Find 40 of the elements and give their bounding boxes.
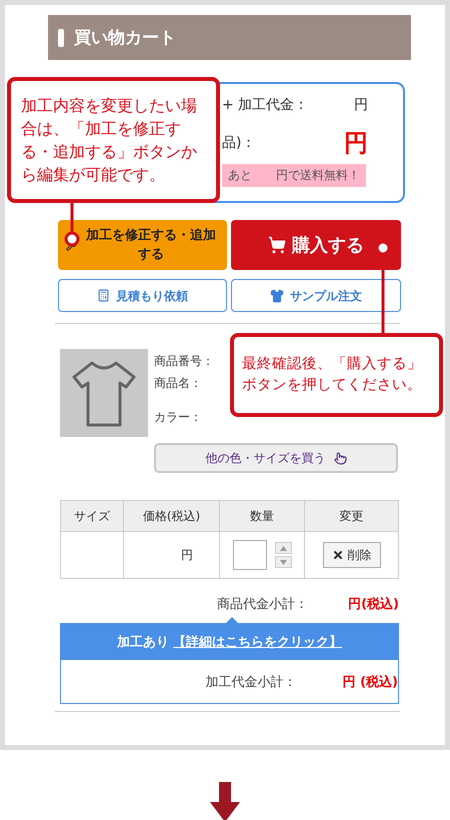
- cart-icon: [268, 236, 286, 254]
- delete-button[interactable]: 削除: [322, 542, 381, 568]
- column-header: 変更: [304, 500, 398, 532]
- product-subtotal-label: 商品代金小計：: [217, 596, 308, 613]
- decrement-button[interactable]: [274, 556, 292, 568]
- buy-button[interactable]: 購入する: [231, 220, 401, 270]
- sample-order-button[interactable]: サンプル注文: [231, 279, 401, 312]
- processing-title: 加工あり: [117, 634, 169, 651]
- column-header: 価格(税込): [124, 500, 220, 532]
- pointer-hand-icon: [334, 452, 346, 464]
- total-value: 円: [344, 128, 368, 159]
- edit-processing-button[interactable]: 加工を修正する・追加する: [58, 220, 227, 270]
- increment-button[interactable]: [274, 542, 292, 554]
- shirt-icon: [270, 288, 284, 302]
- calculator-icon: [97, 289, 110, 302]
- product-subtotal-value: 円(税込): [348, 596, 399, 613]
- product-field-label: 商品番号：: [154, 353, 214, 370]
- page-title: 買い物カート: [74, 27, 176, 49]
- callout-text: 最終確認後、「購入する」ボタンを押してください。: [230, 333, 443, 417]
- processing-fee-value: 円: [354, 96, 368, 114]
- close-icon: [332, 549, 344, 561]
- column-header: 数量: [220, 500, 305, 532]
- column-header: サイズ: [60, 500, 124, 532]
- header-bar-icon: [58, 28, 64, 46]
- processing-subtotal-label: 加工代金小計：: [206, 674, 297, 690]
- up-triangle-icon: [280, 546, 287, 550]
- quantity-field[interactable]: [232, 540, 267, 570]
- free-shipping-note: あと 円で送料無料！: [222, 164, 366, 186]
- processing-subtotal-value: 円 (税込): [342, 674, 398, 690]
- total-label: 品)：: [222, 134, 256, 152]
- product-field-label: カラー：: [154, 409, 202, 426]
- down-arrow-icon: [210, 782, 240, 820]
- other-color-size-button[interactable]: 他の色・サイズを買う: [154, 443, 398, 473]
- processing-fee-label: + 加工代金：: [222, 96, 308, 114]
- product-field-label: 商品名：: [154, 375, 202, 392]
- down-triangle-icon: [280, 560, 287, 564]
- estimate-button[interactable]: 見積もり依頼: [58, 279, 227, 312]
- price-cell: 円: [124, 532, 220, 578]
- callout-text: 加工内容を変更したい場合は、「加工を修正する・追加する」ボタンから編集が可能です。: [7, 77, 220, 203]
- details-link[interactable]: 【詳細はこちらをクリック】: [173, 633, 342, 651]
